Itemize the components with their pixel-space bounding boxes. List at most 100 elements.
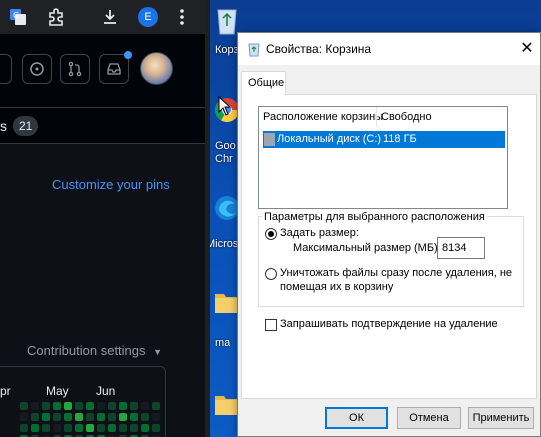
contribution-cell (152, 402, 160, 410)
custom-size-label[interactable]: Задать размер: (280, 227, 359, 239)
contribution-settings-label: Contribution settings (27, 343, 146, 358)
contribution-cell (130, 402, 138, 410)
contribution-cell (53, 402, 61, 410)
recycle-bin-properties-dialog: Свойства: Корзина ✕ Общие Расположение к… (237, 32, 541, 437)
tab-general[interactable]: Общие (241, 71, 286, 95)
contribution-cell (31, 413, 39, 421)
user-avatar[interactable] (140, 52, 173, 85)
contribution-cell (53, 413, 61, 421)
delete-immediately-label-2[interactable]: помещая их в корзину (280, 281, 393, 293)
contribution-cell (75, 424, 83, 432)
month-label: May (46, 384, 69, 398)
row-free-space: 118 ГБ (383, 133, 417, 145)
max-size-input[interactable]: 8134 (437, 237, 485, 259)
command-palette-button[interactable] (0, 54, 12, 84)
issues-button[interactable] (22, 54, 52, 84)
contribution-cell (20, 402, 28, 410)
contribution-cell (119, 424, 127, 432)
recycle-bin-icon (248, 43, 260, 57)
contribution-cell (20, 424, 28, 432)
issue-icon (30, 62, 44, 76)
profile-avatar[interactable]: E (136, 5, 160, 29)
drive-icon (264, 133, 275, 146)
contribution-cell (42, 413, 50, 421)
contribution-cell (53, 424, 61, 432)
contribution-cell (86, 424, 94, 432)
contribution-cell (75, 413, 83, 421)
contribution-cell (64, 413, 72, 421)
desktop-icon-label: Goo (215, 140, 236, 152)
contribution-cell (141, 424, 149, 432)
caret-down-icon: ▼ (153, 347, 163, 357)
contribution-cell (64, 402, 72, 410)
contribution-cell (75, 402, 83, 410)
contribution-cell (97, 413, 105, 421)
pull-request-icon (68, 61, 82, 77)
delete-immediately-label[interactable]: Уничтожать файлы сразу после удаления, н… (280, 267, 512, 279)
contribution-cell (97, 424, 105, 432)
column-header-location[interactable]: Расположение корзины (263, 107, 383, 127)
contribution-cell (130, 424, 138, 432)
contribution-cell (97, 402, 105, 410)
close-button[interactable]: ✕ (516, 38, 538, 60)
contribution-cell (86, 413, 94, 421)
delete-immediately-radio[interactable] (265, 268, 277, 280)
contribution-cell (31, 424, 39, 432)
contribution-cell (108, 424, 116, 432)
contribution-cell (152, 424, 160, 432)
contribution-cell (64, 424, 72, 432)
confirm-delete-label[interactable]: Запрашивать подтверждение на удаление (280, 318, 498, 330)
month-label: Jun (96, 384, 116, 398)
contribution-cell (108, 402, 116, 410)
custom-size-radio[interactable] (265, 228, 277, 240)
group-label: Параметры для выбранного расположения (262, 211, 487, 223)
chrome-menu-icon[interactable] (170, 5, 194, 29)
location-list[interactable]: Расположение корзины Свободно Локальный … (258, 106, 508, 209)
list-item[interactable]: Локальный диск (C:) 118 ГБ (263, 131, 505, 148)
contribution-cell (152, 413, 160, 421)
profile-letter: E (138, 7, 158, 27)
contribution-cell (119, 413, 127, 421)
dialog-titlebar[interactable]: Свойства: Корзина ✕ (238, 33, 540, 65)
customize-pins-link[interactable]: Customize your pins (52, 177, 170, 192)
desktop-icon-label: Chr (215, 153, 233, 165)
notification-dot (124, 51, 132, 59)
svg-text:G: G (13, 11, 19, 20)
contribution-cell (141, 402, 149, 410)
column-divider[interactable] (376, 107, 377, 127)
contribution-cell (86, 402, 94, 410)
extensions-icon[interactable] (44, 5, 68, 29)
tab-counter: 21 (13, 116, 39, 136)
contribution-cell (108, 413, 116, 421)
contribution-cell (20, 413, 28, 421)
github-page: G E s 21 Customize your pins Contributio… (0, 0, 205, 437)
desktop-icon-label: Корз (215, 44, 239, 56)
row-location: Локальный диск (C:) (277, 133, 382, 145)
month-label: pr (0, 384, 11, 398)
inbox-button[interactable] (99, 54, 129, 84)
contribution-cell (141, 413, 149, 421)
download-icon[interactable] (98, 5, 122, 29)
contribution-cell (130, 413, 138, 421)
dialog-title: Свойства: Корзина (266, 42, 372, 56)
max-size-label: Максимальный размер (МБ): (293, 242, 441, 254)
github-header (0, 34, 205, 108)
column-header-free[interactable]: Свободно (381, 107, 432, 127)
cancel-button[interactable]: Отмена (397, 407, 461, 429)
ok-button[interactable]: ОК (325, 407, 388, 429)
github-tabs: s 21 (0, 108, 205, 144)
mouse-cursor-icon (218, 96, 232, 116)
inbox-icon (107, 63, 121, 75)
contribution-settings-button[interactable]: Contribution settings ▼ (27, 343, 162, 358)
translate-extension-icon[interactable]: G (6, 5, 30, 29)
confirm-delete-checkbox[interactable] (265, 319, 277, 331)
contribution-cell (42, 402, 50, 410)
browser-toolbar: G E (0, 0, 205, 34)
contribution-cell (31, 402, 39, 410)
pull-requests-button[interactable] (60, 54, 90, 84)
apply-button[interactable]: Применить (468, 407, 534, 429)
contribution-cell (119, 402, 127, 410)
contribution-cell (42, 424, 50, 432)
desktop-icon-label: ma (215, 337, 231, 349)
tab-label[interactable]: s (0, 118, 7, 134)
